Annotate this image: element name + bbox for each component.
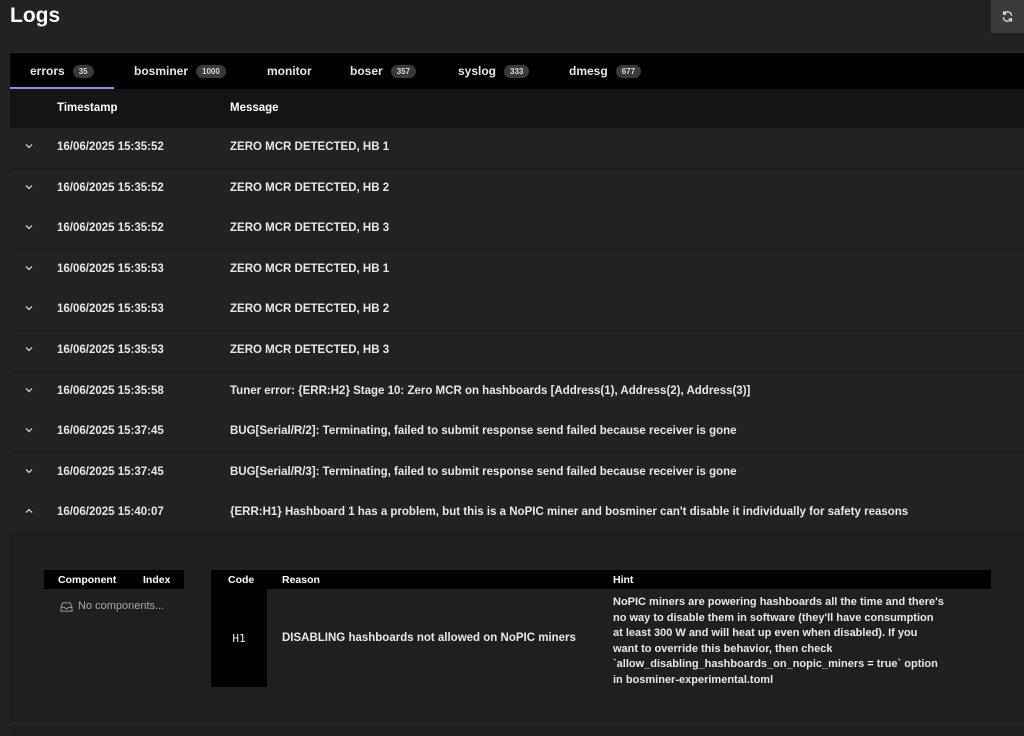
chevron-down-icon[interactable] [24,385,34,398]
error-reason: DISABLING hashboards not allowed on NoPI… [282,632,576,644]
hint-line: want to override this behavior, then che… [613,642,833,655]
column-header-hint: Hint [613,574,634,586]
tab-label: errors [30,64,65,78]
log-row[interactable]: 16/06/2025 15:35:52 ZERO MCR DETECTED, HB… [10,128,1024,169]
tab-monitor[interactable]: monitor [267,53,312,89]
tab-count-badge: 35 [72,64,94,78]
log-row[interactable]: 16/06/2025 15:40:07 {ERR:H1} Hashboard 1 … [10,493,1024,535]
tab-dmesg[interactable]: dmesg 677 [569,53,642,89]
log-timestamp: 16/06/2025 15:35:58 [57,384,164,397]
components-table: Component Index No components... [44,570,184,612]
tab-count-badge: 1000 [196,64,226,78]
tab-count-badge: 333 [504,64,530,78]
hint-line: in bosminer-experimental.toml [613,673,774,686]
log-row[interactable]: 16/06/2025 15:35:52 ZERO MCR DETECTED, HB… [10,168,1024,210]
log-row[interactable]: 16/06/2025 15:35:58 Tuner error: {ERR:H2}… [10,371,1024,413]
tab-syslog[interactable]: syslog 333 [458,53,530,89]
tab-errors[interactable]: errors 35 [30,53,94,89]
tab-label: bosminer [134,64,189,78]
refresh-icon [1002,11,1013,22]
log-message: BUG[Serial/R/3]: Terminating, failed to … [230,465,737,478]
chevron-down-icon[interactable] [24,344,34,357]
chevron-down-icon[interactable] [24,425,34,438]
tab-label: syslog [458,64,497,78]
log-message: Tuner error: {ERR:H2} Stage 10: Zero MCR… [230,384,751,397]
log-timestamp: 16/06/2025 15:35:53 [57,262,164,275]
tab-label: monitor [267,64,312,78]
column-header-reason: Reason [282,574,320,586]
tab-count-badge: 677 [615,64,642,78]
log-message: ZERO MCR DETECTED, HB 3 [230,222,390,235]
column-header-timestamp[interactable]: Timestamp [57,102,118,114]
log-row[interactable]: 16/06/2025 15:35:52 ZERO MCR DETECTED, HB… [10,209,1024,251]
chevron-down-icon[interactable] [24,141,34,154]
log-row[interactable]: 16/06/2025 15:35:53 ZERO MCR DETECTED, HB… [10,249,1024,291]
column-header-message[interactable]: Message [230,102,279,114]
column-header-component: Component [58,574,117,586]
log-message: ZERO MCR DETECTED, HB 3 [230,344,390,356]
error-hint: NoPIC miners are powering hashboards all… [613,595,958,688]
log-timestamp: 16/06/2025 15:35:52 [57,141,164,153]
chevron-down-icon[interactable] [24,222,34,235]
log-row[interactable]: 16/06/2025 15:35:53 ZERO MCR DETECTED, HB… [10,331,1024,372]
chevron-down-icon[interactable] [24,263,34,276]
tab-count-badge: 357 [390,64,417,78]
chevron-down-icon[interactable] [24,466,34,479]
log-row[interactable]: 16/06/2025 15:35:53 ZERO MCR DETECTED, HB… [10,290,1024,332]
empty-components: No components... [60,600,164,612]
errors-table-header: Code Reason Hint [211,570,991,589]
page-title: Logs [10,4,61,27]
log-timestamp: 16/06/2025 15:37:45 [57,465,164,478]
chevron-up-icon[interactable] [24,506,34,519]
log-message: BUG[Serial/R/2]: Terminating, failed to … [230,425,737,438]
inbox-icon [60,601,73,612]
log-timestamp: 16/06/2025 15:35:52 [57,222,164,235]
log-detail-panel: Component Index No components... Code Re… [10,536,1024,724]
log-timestamp: 16/06/2025 15:37:45 [57,425,164,438]
table-header: Timestamp Message [10,89,1024,128]
error-code: H1 [211,589,267,687]
components-table-header: Component Index [44,570,184,589]
log-message: ZERO MCR DETECTED, HB 1 [230,141,390,153]
hint-line: at least 300 W and will heat up even whe… [613,627,918,639]
log-timestamp: 16/06/2025 15:35:53 [57,344,164,356]
chevron-down-icon[interactable] [24,182,34,195]
tab-label: dmesg [569,64,608,78]
hint-line: NoPIC miners are powering hashboards all… [613,596,944,608]
tab-label: boser [350,64,383,78]
log-timestamp: 16/06/2025 15:35:53 [57,303,164,316]
log-timestamp: 16/06/2025 15:35:52 [57,181,164,194]
errors-table: Code Reason Hint H1 DISABLING hashboards… [211,570,991,687]
refresh-button[interactable] [991,0,1024,33]
log-message: {ERR:H1} Hashboard 1 has a problem, but … [230,506,909,519]
hint-line: no way to disable them in software (they… [613,611,934,624]
log-message: ZERO MCR DETECTED, HB 1 [230,262,390,275]
log-message: ZERO MCR DETECTED, HB 2 [230,181,390,194]
log-row[interactable]: 16/06/2025 15:37:45 BUG[Serial/R/3]: Term… [10,452,1024,494]
tab-bosminer[interactable]: bosminer 1000 [134,53,226,89]
log-row[interactable]: 16/06/2025 15:37:45 BUG[Serial/R/2]: Term… [10,412,1024,454]
column-header-code: Code [228,574,255,586]
chevron-down-icon[interactable] [24,303,34,316]
log-timestamp: 16/06/2025 15:40:07 [57,506,164,519]
tab-boser[interactable]: boser 357 [350,53,417,89]
hint-line: `allow_disabling_hashboards_on_nopic_min… [613,658,938,670]
logs-panel: errors 35 bosminer 1000 monitor boser 35… [10,53,1024,736]
column-header-index: Index [143,574,171,586]
empty-components-text: No components... [78,600,165,612]
log-tabs: errors 35 bosminer 1000 monitor boser 35… [10,53,1024,89]
log-message: ZERO MCR DETECTED, HB 2 [230,303,390,316]
